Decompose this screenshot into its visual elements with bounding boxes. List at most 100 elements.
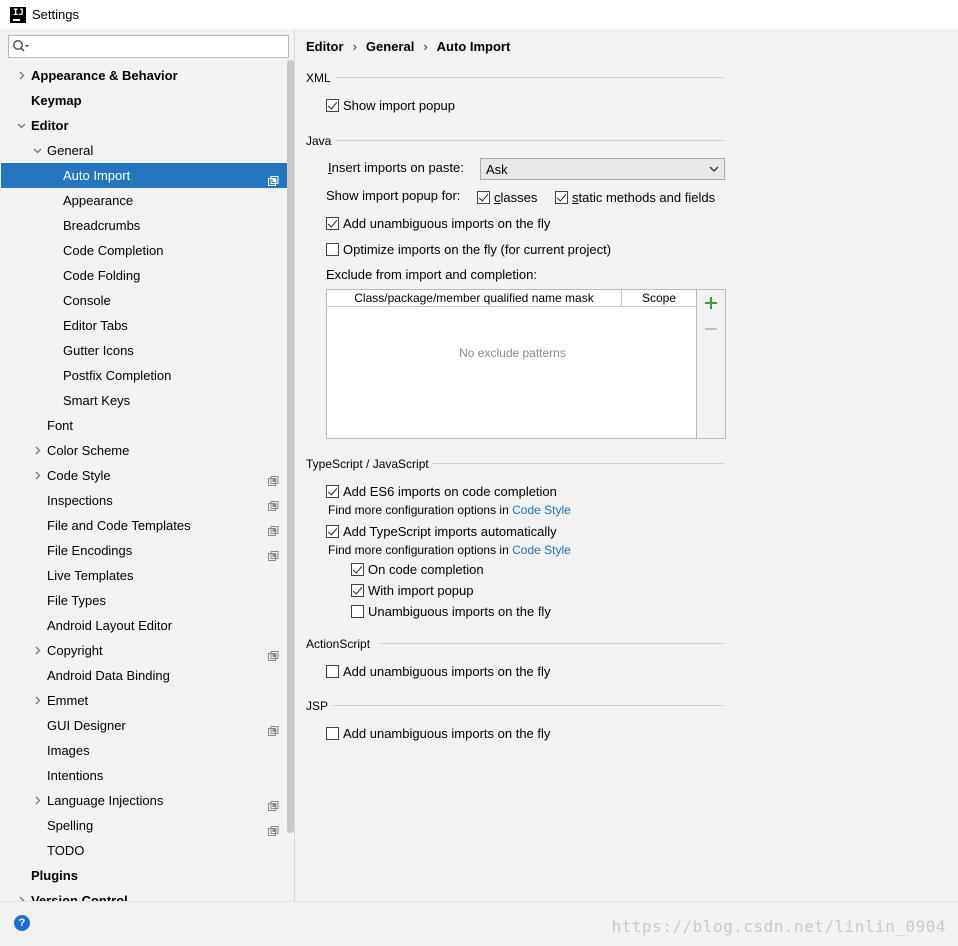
code-style-link[interactable]: Code Style xyxy=(512,543,571,557)
tree-item[interactable]: Inspections xyxy=(1,488,294,513)
actionscript-add-unambiguous-checkbox[interactable]: Add unambiguous imports on the fly xyxy=(326,662,550,680)
tree-item[interactable]: Appearance xyxy=(1,188,294,213)
checkbox-box[interactable] xyxy=(326,524,339,538)
tree-item[interactable]: GUI Designer xyxy=(1,713,294,738)
tree-item[interactable]: Postfix Completion xyxy=(1,363,294,388)
insert-on-paste-select[interactable]: Ask xyxy=(480,158,725,180)
chevron-right-icon[interactable] xyxy=(31,438,43,463)
tree-item[interactable]: Language Injections xyxy=(1,788,294,813)
search-icon[interactable] xyxy=(11,38,31,56)
xml-show-import-popup-checkbox[interactable]: Show import popup xyxy=(326,96,455,114)
tree-item-label: Console xyxy=(63,293,111,308)
tree-item[interactable]: Font xyxy=(1,413,294,438)
tree-item[interactable]: File and Code Templates xyxy=(1,513,294,538)
chevron-right-icon[interactable] xyxy=(15,63,27,88)
ts-es6-imports-checkbox[interactable]: Add ES6 imports on code completion xyxy=(326,482,557,500)
remove-icon[interactable] xyxy=(703,321,719,337)
settings-search-input[interactable] xyxy=(8,35,289,58)
tree-item[interactable]: Auto Import xyxy=(1,163,294,188)
ts-with-import-popup-checkbox[interactable]: With import popup xyxy=(351,581,474,599)
checkbox-box[interactable] xyxy=(326,484,339,498)
tree-item[interactable]: Code Style xyxy=(1,463,294,488)
checkbox-label: Add ES6 imports on code completion xyxy=(343,483,557,499)
tree-item[interactable]: Plugins xyxy=(1,863,294,888)
sidebar-scrollbar[interactable] xyxy=(285,60,294,833)
code-style-link[interactable]: Code Style xyxy=(512,503,571,517)
label-rest: lasses xyxy=(500,189,538,205)
section-title-typescript: TypeScript / JavaScript xyxy=(306,457,429,471)
tree-item[interactable]: General xyxy=(1,138,294,163)
tree-item[interactable]: Images xyxy=(1,738,294,763)
chevron-right-icon[interactable] xyxy=(31,638,43,663)
tree-item[interactable]: Spelling xyxy=(1,813,294,838)
tree-item[interactable]: File Types xyxy=(1,588,294,613)
tree-item[interactable]: TODO xyxy=(1,838,294,863)
checkbox-box[interactable] xyxy=(326,98,339,112)
java-add-unambiguous-checkbox[interactable]: Add unambiguous imports on the fly xyxy=(326,214,550,232)
exclude-toolbar xyxy=(697,289,726,439)
tree-item[interactable]: Emmet xyxy=(1,688,294,713)
java-optimize-imports-checkbox[interactable]: Optimize imports on the fly (for current… xyxy=(326,240,611,258)
tree-item[interactable]: Breadcrumbs xyxy=(1,213,294,238)
section-title-xml: XML xyxy=(306,71,331,85)
chevron-right-icon[interactable] xyxy=(31,688,43,713)
tree-item[interactable]: File Encodings xyxy=(1,538,294,563)
column-header-mask[interactable]: Class/package/member qualified name mask xyxy=(327,290,622,306)
tree-item[interactable]: Intentions xyxy=(1,763,294,788)
exclude-table[interactable]: Class/package/member qualified name mask… xyxy=(326,289,697,439)
exclude-empty-text: No exclude patterns xyxy=(459,346,566,360)
checkbox-label: With import popup xyxy=(368,582,474,598)
tree-item[interactable]: Appearance & Behavior xyxy=(1,63,294,88)
tree-item[interactable]: Code Folding xyxy=(1,263,294,288)
checkbox-box[interactable] xyxy=(326,726,339,740)
select-value: Ask xyxy=(486,161,508,177)
checkbox-box[interactable] xyxy=(326,242,339,256)
breadcrumb: Editor › General › Auto Import xyxy=(306,39,510,54)
chevron-down-icon[interactable] xyxy=(31,138,43,163)
chevron-right-icon[interactable] xyxy=(31,788,43,813)
tree-item[interactable]: Smart Keys xyxy=(1,388,294,413)
tree-item[interactable]: Console xyxy=(1,288,294,313)
tree-item[interactable]: Color Scheme xyxy=(1,438,294,463)
tree-item[interactable]: Editor Tabs xyxy=(1,313,294,338)
checkbox-box[interactable] xyxy=(351,583,364,597)
project-scope-icon xyxy=(268,470,279,486)
checkbox-box[interactable] xyxy=(351,604,364,618)
column-header-scope[interactable]: Scope xyxy=(622,290,696,306)
checkbox-box[interactable] xyxy=(351,562,364,576)
tree-item[interactable]: Android Layout Editor xyxy=(1,613,294,638)
sidebar-scrollbar-thumb[interactable] xyxy=(287,60,294,833)
jsp-add-unambiguous-checkbox[interactable]: Add unambiguous imports on the fly xyxy=(326,724,550,742)
tree-item-label: File Encodings xyxy=(47,543,133,558)
ts-auto-imports-checkbox[interactable]: Add TypeScript imports automatically xyxy=(326,522,557,540)
tree-item[interactable]: Live Templates xyxy=(1,563,294,588)
add-icon[interactable] xyxy=(703,295,719,311)
section-divider xyxy=(336,140,724,141)
classes-checkbox[interactable]: classes xyxy=(477,188,537,206)
tree-item[interactable]: Keymap xyxy=(1,88,294,113)
chevron-right-icon[interactable] xyxy=(15,888,27,901)
checkbox-box[interactable] xyxy=(326,216,339,230)
tree-item[interactable]: Android Data Binding xyxy=(1,663,294,688)
static-methods-checkbox[interactable]: static methods and fields xyxy=(555,188,715,206)
ts-unambiguous-checkbox[interactable]: Unambiguous imports on the fly xyxy=(351,602,551,620)
chevron-down-icon[interactable] xyxy=(15,113,27,138)
checkbox-box[interactable] xyxy=(555,190,568,204)
settings-sidebar: Appearance & Behavior Keymap Editor General… xyxy=(1,30,295,901)
help-icon[interactable]: ? xyxy=(14,915,30,931)
tree-item-label: Font xyxy=(47,418,74,433)
tree-item-label: Code Completion xyxy=(63,243,164,258)
ts-on-code-completion-checkbox[interactable]: On code completion xyxy=(351,560,484,578)
tree-item-label: GUI Designer xyxy=(47,718,126,733)
tree-item[interactable]: Version Control xyxy=(1,888,294,901)
checkbox-label: On code completion xyxy=(368,561,484,577)
checkbox-box[interactable] xyxy=(326,664,339,678)
tree-item[interactable]: Copyright xyxy=(1,638,294,663)
dialog-footer: ? https://blog.csdn.net/linlin_0904 xyxy=(0,901,958,946)
checkbox-box[interactable] xyxy=(477,190,490,204)
tree-item[interactable]: Code Completion xyxy=(1,238,294,263)
tree-item[interactable]: Gutter Icons xyxy=(1,338,294,363)
intellij-app-icon: IJ xyxy=(10,6,26,23)
tree-item[interactable]: Editor xyxy=(1,113,294,138)
chevron-right-icon[interactable] xyxy=(31,463,43,488)
